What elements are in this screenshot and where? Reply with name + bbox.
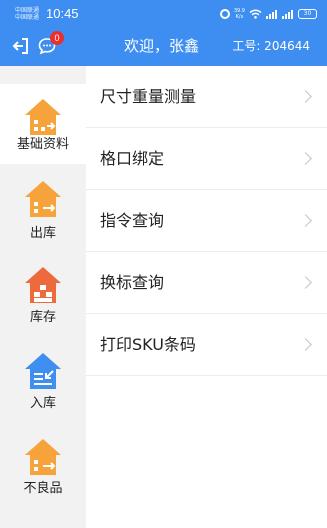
menu-item-relabel-query[interactable]: 换标查询 — [86, 252, 327, 314]
signal-icon — [266, 9, 278, 19]
chevron-right-icon — [299, 276, 312, 289]
app-header-area: 中国联通 中国联通 10:45 39.9 K/s 30 0 欢迎，张鑫 工号: … — [0, 0, 327, 66]
welcome-text: 欢迎，张鑫 — [124, 37, 200, 55]
sidebar: 基础资料 出库 库存 入库 不良品 — [0, 66, 86, 528]
sidebar-label-inventory: 库存 — [29, 310, 56, 325]
chevron-right-icon — [299, 214, 312, 227]
sidebar-item-outbound[interactable]: 出库 — [0, 166, 86, 246]
carrier-2: 中国联通 — [15, 14, 40, 21]
sidebar-item-basic-data[interactable]: 基础资料 — [0, 84, 86, 164]
warehouse-defect-icon — [25, 439, 61, 475]
warehouse-orange-icon — [25, 99, 61, 135]
sidebar-item-inbound[interactable]: 入库 — [0, 338, 86, 418]
sidebar-label-basic-data: 基础资料 — [16, 137, 69, 152]
title-bar: 0 欢迎，张鑫 工号: 204644 — [0, 30, 327, 62]
menu-item-label: 打印SKU条码 — [100, 335, 196, 354]
battery-icon: 30 — [298, 9, 317, 19]
carrier-info: 中国联通 中国联通 — [15, 7, 39, 21]
sidebar-item-inventory[interactable]: 库存 — [0, 252, 86, 332]
warehouse-stock-icon — [25, 267, 61, 303]
menu-item-dimension-weight[interactable]: 尺寸重量测量 — [86, 66, 327, 128]
job-number: 工号: 204644 — [232, 39, 310, 53]
menu-item-instruction-query[interactable]: 指令查询 — [86, 190, 327, 252]
menu-item-label: 尺寸重量测量 — [100, 87, 197, 106]
warehouse-in-icon — [25, 353, 61, 389]
net-speed-unit: K/s — [235, 14, 244, 20]
sidebar-label-inbound: 入库 — [29, 396, 56, 411]
sidebar-item-defective[interactable]: 不良品 — [0, 424, 86, 504]
menu-list: 尺寸重量测量 格口绑定 指令查询 换标查询 打印SKU条码 — [86, 66, 327, 376]
net-speed: 39.9 K/s — [234, 8, 245, 20]
menu-item-print-sku[interactable]: 打印SKU条码 — [86, 314, 327, 376]
warehouse-out-icon — [25, 181, 61, 217]
message-badge: 0 — [50, 31, 64, 45]
menu-item-label: 换标查询 — [100, 273, 165, 292]
status-time: 10:45 — [46, 6, 79, 21]
sidebar-label-defective: 不良品 — [23, 481, 63, 496]
menu-item-slot-binding[interactable]: 格口绑定 — [86, 128, 327, 190]
chevron-right-icon — [299, 338, 312, 351]
carrier-1: 中国联通 — [15, 7, 40, 14]
alarm-icon — [219, 9, 230, 19]
chevron-right-icon — [299, 152, 312, 165]
menu-item-label: 格口绑定 — [100, 149, 165, 168]
signal-icon-2 — [282, 9, 294, 19]
status-bar: 中国联通 中国联通 10:45 39.9 K/s 30 — [0, 0, 327, 28]
sidebar-label-outbound: 出库 — [29, 226, 56, 241]
status-icons: 39.9 K/s 30 — [219, 8, 317, 20]
logout-icon[interactable] — [12, 37, 30, 55]
chevron-right-icon — [299, 90, 312, 103]
wifi-icon — [249, 9, 262, 19]
menu-item-label: 指令查询 — [100, 211, 165, 230]
